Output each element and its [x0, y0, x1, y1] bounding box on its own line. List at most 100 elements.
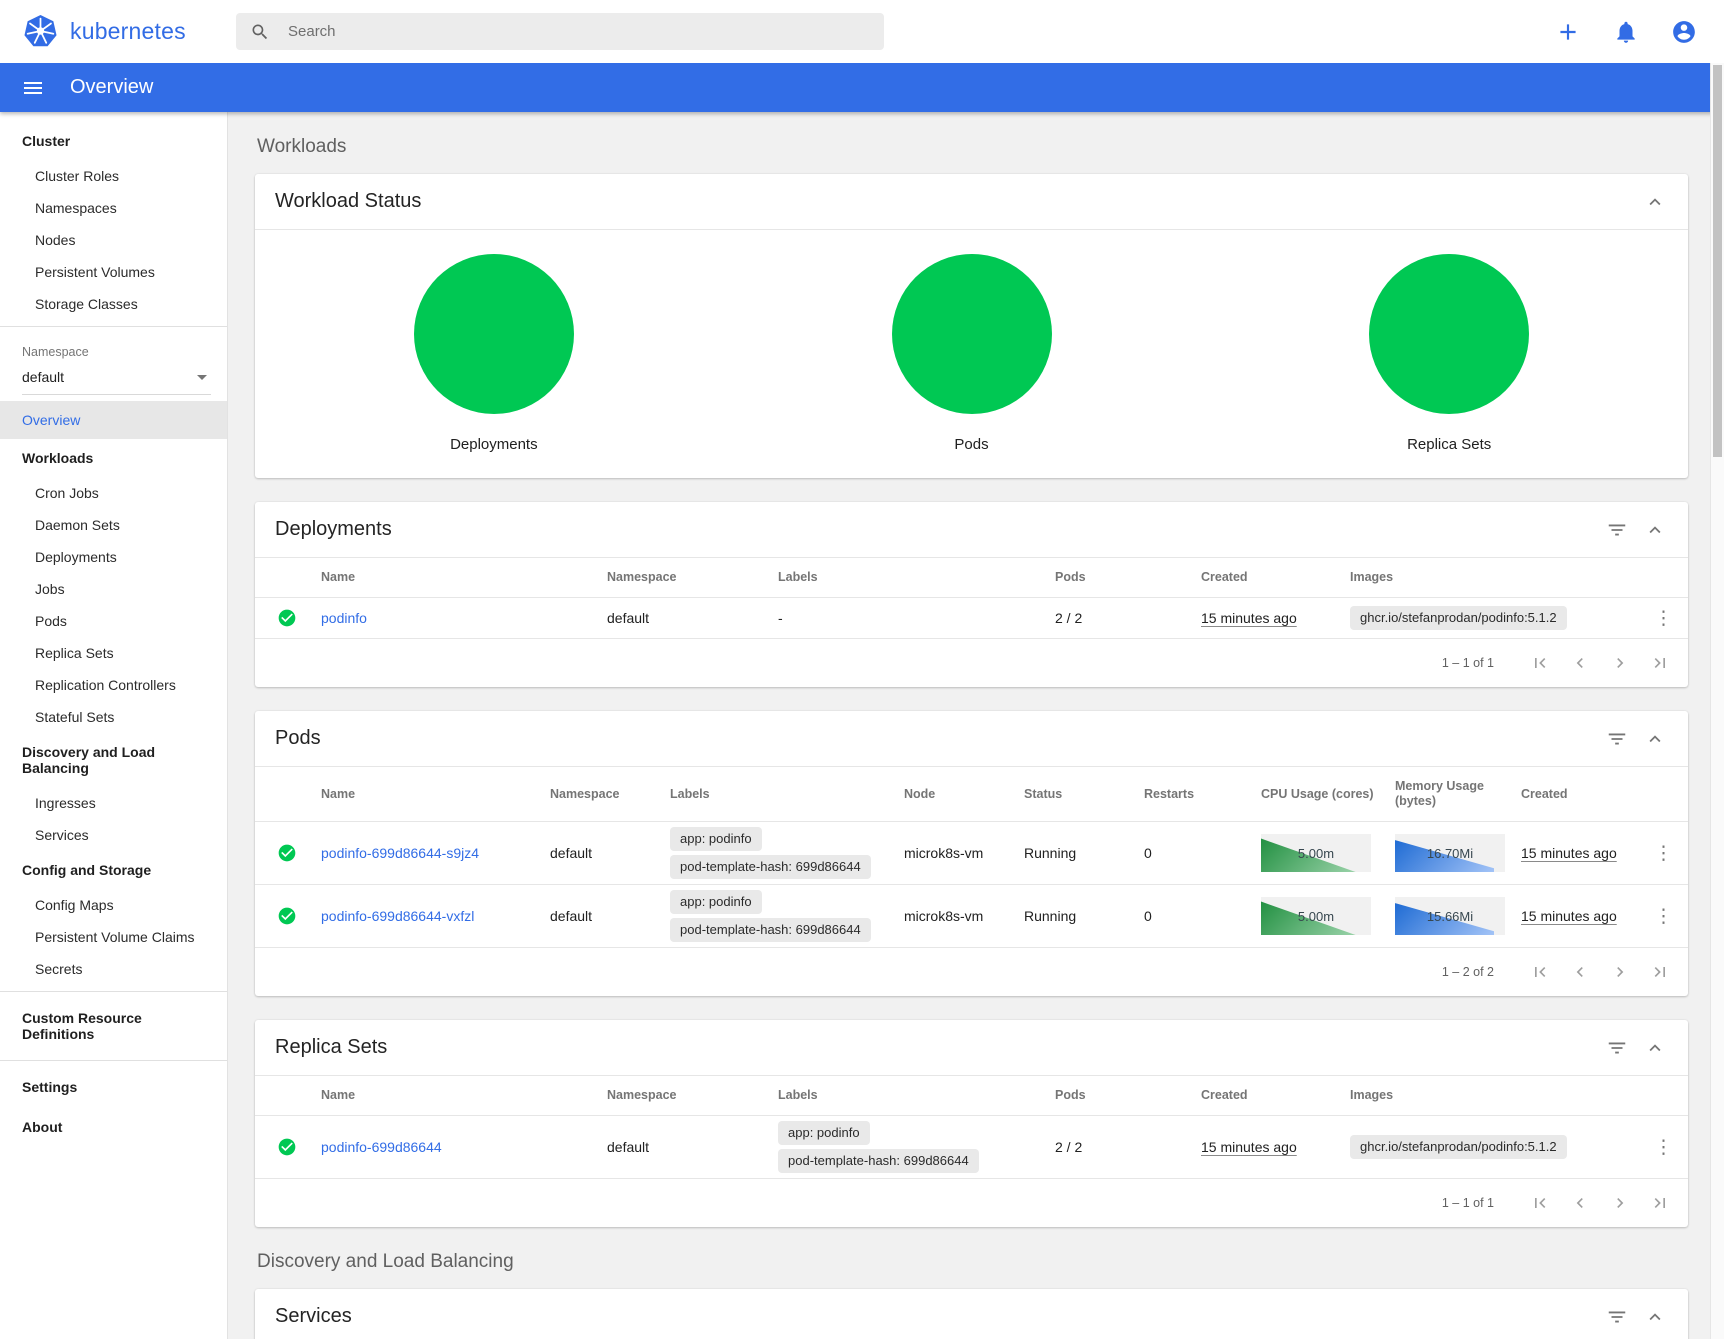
sidebar-item-services[interactable]: Services	[0, 819, 227, 851]
account-circle-icon	[1671, 19, 1697, 45]
sidebar-item-cron-jobs[interactable]: Cron Jobs	[0, 477, 227, 509]
filter-button[interactable]	[1598, 511, 1636, 549]
sidebar: Cluster Cluster Roles Namespaces Nodes P…	[0, 112, 228, 1339]
sidebar-item-storage-classes[interactable]: Storage Classes	[0, 288, 227, 320]
collapse-button[interactable]	[1636, 720, 1674, 758]
scrollbar[interactable]	[1710, 63, 1724, 1339]
sidebar-item-persistent-volume-claims[interactable]: Persistent Volume Claims	[0, 921, 227, 953]
deployment-link[interactable]: podinfo	[321, 610, 367, 626]
collapse-button[interactable]	[1636, 183, 1674, 221]
previous-page-button[interactable]	[1560, 952, 1600, 992]
cell-node: microk8s-vm	[894, 822, 1014, 885]
last-page-button[interactable]	[1640, 952, 1680, 992]
pod-link[interactable]: podinfo-699d86644-vxfzl	[321, 908, 474, 924]
row-menu-button[interactable]: ⋮	[1646, 842, 1681, 865]
sidebar-item-stateful-sets[interactable]: Stateful Sets	[0, 701, 227, 733]
menu-toggle-button[interactable]	[20, 75, 46, 101]
row-menu-button[interactable]: ⋮	[1646, 607, 1681, 630]
card-title: Pods	[275, 727, 1598, 750]
last-page-button[interactable]	[1640, 643, 1680, 683]
column-header: Name	[311, 767, 540, 822]
row-menu-button[interactable]: ⋮	[1646, 905, 1681, 928]
sidebar-item-pods[interactable]: Pods	[0, 605, 227, 637]
cpu-usage-sparkline: 5.00m	[1261, 834, 1371, 872]
notifications-button[interactable]	[1612, 18, 1640, 46]
sidebar-item-secrets[interactable]: Secrets	[0, 953, 227, 985]
filter-button[interactable]	[1598, 1298, 1636, 1336]
create-resource-button[interactable]	[1554, 18, 1582, 46]
sidebar-item-settings[interactable]: Settings	[0, 1067, 227, 1107]
label-chip: pod-template-hash: 699d86644	[670, 918, 871, 942]
sidebar-item-replication-controllers[interactable]: Replication Controllers	[0, 669, 227, 701]
collapse-button[interactable]	[1636, 1029, 1674, 1067]
column-header: Created	[1191, 558, 1340, 598]
collapse-button[interactable]	[1636, 511, 1674, 549]
namespace-selector[interactable]: default	[22, 361, 211, 395]
sidebar-item-about[interactable]: About	[0, 1107, 227, 1147]
search-bar[interactable]	[236, 13, 884, 50]
label-chip: app: podinfo	[778, 1121, 870, 1145]
pods-chart: Pods	[733, 254, 1211, 454]
chevron-down-icon	[197, 375, 207, 380]
chevron-right-icon	[1610, 653, 1630, 673]
next-page-button[interactable]	[1600, 643, 1640, 683]
cell-labels: -	[768, 598, 1045, 639]
kubernetes-brand[interactable]: kubernetes	[22, 13, 236, 50]
sidebar-item-ingresses[interactable]: Ingresses	[0, 787, 227, 819]
deployments-table: Name Namespace Labels Pods Created Image…	[255, 558, 1688, 639]
sidebar-item-nodes[interactable]: Nodes	[0, 224, 227, 256]
first-page-icon	[1530, 962, 1550, 982]
pod-link[interactable]: podinfo-699d86644-s9jz4	[321, 845, 479, 861]
bell-icon	[1613, 19, 1639, 45]
previous-page-button[interactable]	[1560, 1183, 1600, 1223]
chart-label: Pods	[954, 436, 988, 454]
cpu-usage-sparkline: 5.00m	[1261, 897, 1371, 935]
section-heading-workloads: Workloads	[257, 136, 1686, 158]
row-menu-button[interactable]: ⋮	[1646, 1136, 1681, 1159]
cell-status: Running	[1014, 822, 1134, 885]
first-page-button[interactable]	[1520, 952, 1560, 992]
first-page-button[interactable]	[1520, 643, 1560, 683]
filter-button[interactable]	[1598, 720, 1636, 758]
plus-icon	[1555, 19, 1581, 45]
replica-set-link[interactable]: podinfo-699d86644	[321, 1139, 442, 1155]
user-menu-button[interactable]	[1670, 18, 1698, 46]
column-header: Node	[894, 767, 1014, 822]
column-header: Images	[1340, 558, 1636, 598]
memory-usage-sparkline: 16.70Mi	[1395, 834, 1505, 872]
divider	[0, 1060, 227, 1061]
scrollbar-thumb[interactable]	[1713, 65, 1722, 457]
search-input[interactable]	[286, 22, 870, 41]
sidebar-item-jobs[interactable]: Jobs	[0, 573, 227, 605]
sidebar-item-overview[interactable]: Overview	[0, 401, 227, 439]
previous-page-button[interactable]	[1560, 643, 1600, 683]
column-header: Created	[1191, 1076, 1340, 1116]
sidebar-item-replica-sets[interactable]: Replica Sets	[0, 637, 227, 669]
first-page-button[interactable]	[1520, 1183, 1560, 1223]
card-header: Services	[255, 1289, 1688, 1339]
next-page-button[interactable]	[1600, 1183, 1640, 1223]
column-header: Memory Usage (bytes)	[1385, 767, 1511, 822]
sidebar-item-daemon-sets[interactable]: Daemon Sets	[0, 509, 227, 541]
cell-pods: 2 / 2	[1045, 598, 1191, 639]
column-header-status	[255, 1076, 311, 1116]
sidebar-item-deployments[interactable]: Deployments	[0, 541, 227, 573]
next-page-button[interactable]	[1600, 952, 1640, 992]
column-header: Namespace	[597, 558, 768, 598]
chevron-right-icon	[1610, 1193, 1630, 1213]
deployments-donut	[414, 254, 574, 414]
replica-sets-chart: Replica Sets	[1210, 254, 1688, 454]
sidebar-item-custom-resource-definitions[interactable]: Custom Resource Definitions	[0, 998, 227, 1054]
card-header: Deployments	[255, 502, 1688, 558]
column-header: Labels	[768, 558, 1045, 598]
column-header-status	[255, 767, 311, 822]
sidebar-item-namespaces[interactable]: Namespaces	[0, 192, 227, 224]
last-page-button[interactable]	[1640, 1183, 1680, 1223]
filter-button[interactable]	[1598, 1029, 1636, 1067]
sidebar-item-persistent-volumes[interactable]: Persistent Volumes	[0, 256, 227, 288]
sidebar-item-config-maps[interactable]: Config Maps	[0, 889, 227, 921]
collapse-button[interactable]	[1636, 1298, 1674, 1336]
sidebar-item-cluster-roles[interactable]: Cluster Roles	[0, 160, 227, 192]
created-time: 15 minutes ago	[1201, 1139, 1297, 1155]
column-header: Status	[1014, 767, 1134, 822]
